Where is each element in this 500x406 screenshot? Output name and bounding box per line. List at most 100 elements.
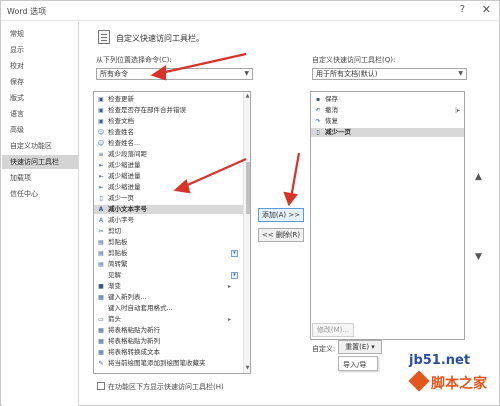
nav-item-language[interactable]: 语言 (2, 107, 78, 121)
command-item[interactable]: ✂ 剪切 (94, 227, 243, 236)
command-item[interactable]: ▦ 键入新列表... (94, 293, 243, 302)
chevron-down-icon: ▼ (458, 70, 463, 77)
command-item[interactable]: ■ 渐变 ▸ (94, 282, 243, 291)
toolbar-item[interactable]: ↷ 恢复 (311, 117, 464, 126)
nav-item-add-ins[interactable]: 加载项 (2, 171, 78, 185)
dialog-title: Word 选项 (7, 7, 47, 16)
submenu-arrow-icon: ▸ (227, 316, 231, 323)
command-label: 检查文档 (108, 117, 134, 125)
command-item[interactable]: ▦ 将表格粘贴为新列 (94, 337, 243, 346)
undo-icon: ↶ (315, 107, 321, 114)
toolbar-item[interactable]: ▪ 保存 (311, 95, 464, 104)
command-label: 检查姓名... (108, 139, 141, 147)
modify-button[interactable]: 修改(M)... (312, 323, 354, 337)
toolbar-item-label: 撤消 (325, 106, 338, 114)
toolbar-item[interactable]: ↶ 撤消 |▸ (311, 106, 464, 115)
command-item[interactable]: ≡ 减少段落间距 (94, 150, 243, 159)
scroll-up-icon[interactable]: ▲ (244, 92, 250, 101)
choose-commands-select[interactable]: 所有命令 ▼ (96, 68, 253, 80)
nav-item-display[interactable]: 显示 (2, 43, 78, 57)
command-label: 减少段落间距 (108, 150, 147, 158)
add-button[interactable]: 添加(A) >> (258, 208, 304, 222)
close-icon[interactable]: ✕ (482, 3, 491, 16)
command-item[interactable]: ▦ 将表格粘贴为新行 (94, 326, 243, 335)
command-label: 简转繁 (108, 260, 128, 268)
toolbar-item[interactable]: ▯ 减少一页 (311, 128, 464, 137)
nav-item-advanced[interactable]: 高级 (2, 123, 78, 137)
table-icon: ▦ (98, 294, 104, 301)
doc-icon: ▣ (98, 96, 104, 103)
move-down-icon[interactable]: ▼ (475, 252, 482, 262)
nav-item-trust-center[interactable]: 信任中心 (2, 187, 78, 201)
nav-item-proofing[interactable]: 校对 (2, 59, 78, 73)
save-icon: ▪ (315, 96, 321, 103)
box-icon: ▭ (98, 316, 104, 323)
command-label: 渐变 (108, 282, 121, 290)
nav-item-customize-ribbon[interactable]: 自定义功能区 (2, 139, 78, 153)
command-item[interactable]: ▦ 将表格转换成文本 (94, 348, 243, 357)
scroll-down-icon[interactable]: ▼ (244, 364, 250, 373)
command-label: 见解 (108, 271, 121, 279)
split-arrow-icon: |▸ (454, 107, 460, 114)
indent-icon: ⇤ (98, 184, 104, 191)
gallery-icon: ▾ (231, 272, 238, 279)
command-item[interactable]: ✎ 将当前绘图笔添加到绘图笔收藏夹 (94, 359, 243, 368)
pen-icon: ✎ (98, 360, 104, 367)
command-item[interactable]: ▣ 检查是否存在部件合并错误 (94, 106, 243, 115)
remove-button[interactable]: << 删除(R) (258, 228, 304, 242)
commands-scrollbar[interactable]: ▲ ▼ (243, 92, 250, 373)
table-icon: ▦ (98, 327, 104, 334)
help-icon[interactable]: ? (460, 4, 465, 15)
font-size-icon: A (98, 217, 104, 224)
command-item[interactable]: A 减小字号 (94, 216, 243, 225)
command-label: 剪贴板 (108, 249, 128, 257)
chevron-down-icon: ▼ (244, 70, 249, 77)
nav-item-quick-access-toolbar[interactable]: 快速访问工具栏 (2, 155, 78, 169)
nav-item-general[interactable]: 常规 (2, 27, 78, 41)
command-item[interactable]: ▣ 检查文档 (94, 117, 243, 126)
nav-item-save[interactable]: 保存 (2, 75, 78, 89)
customize-toolbar-select[interactable]: 用于所有文档(默认) ▼ (312, 68, 467, 80)
command-label: 减小字号 (108, 216, 134, 224)
command-item[interactable]: ▭ 箭头 ▸ (94, 315, 243, 324)
command-item[interactable]: ⇤ 减少缩进量 (94, 172, 243, 181)
command-item[interactable]: ☺ 检查姓名... (94, 139, 243, 148)
move-up-icon[interactable]: ▲ (475, 172, 482, 182)
command-item[interactable]: ▤ 剪贴板 (94, 238, 243, 247)
blank-icon (97, 305, 105, 312)
command-item[interactable]: ⇤ 减少缩进量 (94, 161, 243, 170)
command-label: 箭头 (108, 315, 121, 323)
reset-button[interactable]: 重置(E) ▾ (338, 340, 382, 354)
watermark-url: jb51.net (409, 353, 471, 368)
command-item[interactable]: A 减小文本字号 (94, 205, 243, 214)
command-label: 减少一页 (108, 194, 134, 202)
command-item[interactable]: 键入时自动套用格式... (94, 304, 243, 313)
command-label: 键入时自动套用格式... (108, 304, 173, 312)
font-size-icon: A (98, 206, 104, 213)
command-item[interactable]: ▣ 检查更新 (94, 95, 243, 104)
command-item[interactable]: ☺ 检查姓名 (94, 128, 243, 137)
choose-commands-label: 从下列位置选择命令(C): (96, 56, 172, 64)
command-item[interactable]: ▯ 减少一页 (94, 194, 243, 203)
watermark-logo-icon (408, 370, 430, 392)
command-label: 减少缩进量 (108, 183, 141, 191)
title-bar: Word 选项 ? ✕ (1, 1, 500, 21)
toolbar-item-label: 保存 (325, 95, 338, 103)
command-label: 将当前绘图笔添加到绘图笔收藏夹 (108, 359, 206, 367)
submenu-arrow-icon: ▸ (227, 283, 231, 290)
command-item[interactable]: 见解 ▾ (94, 271, 243, 280)
scroll-thumb[interactable] (246, 162, 250, 214)
import-export-menu[interactable]: 导入/导 (338, 356, 378, 371)
toolbar-items-list[interactable]: ▪ 保存 ↶ 撤消 |▸ ↷ 恢复 ▯ 减少一页 (310, 91, 465, 340)
command-item[interactable]: ⇤ 减少缩进量 (94, 183, 243, 192)
show-below-ribbon-checkbox[interactable] (97, 382, 105, 390)
commands-list[interactable]: ▣ 检查更新 ▣ 检查是否存在部件合并错误 ▣ 检查文档 ☺ 检查姓名 ☺ 检查姓名... ≡ 减少段… (93, 91, 251, 374)
command-item[interactable]: ▤ 剪贴板 ▾ (94, 249, 243, 258)
qat-panel: 自定义快速访问工具栏。 从下列位置选择命令(C): 所有命令 ▼ ▣ 检查更新 ▣ 检… (80, 22, 500, 406)
people-icon: ☺ (97, 140, 105, 147)
customize-label: 自定义: (312, 345, 336, 353)
nav-item-layout[interactable]: 版式 (2, 91, 78, 105)
import-export-item[interactable]: 导入/导 (343, 361, 366, 369)
command-item[interactable]: ▤ 简转繁 (94, 260, 243, 269)
redo-icon: ↷ (315, 118, 321, 125)
